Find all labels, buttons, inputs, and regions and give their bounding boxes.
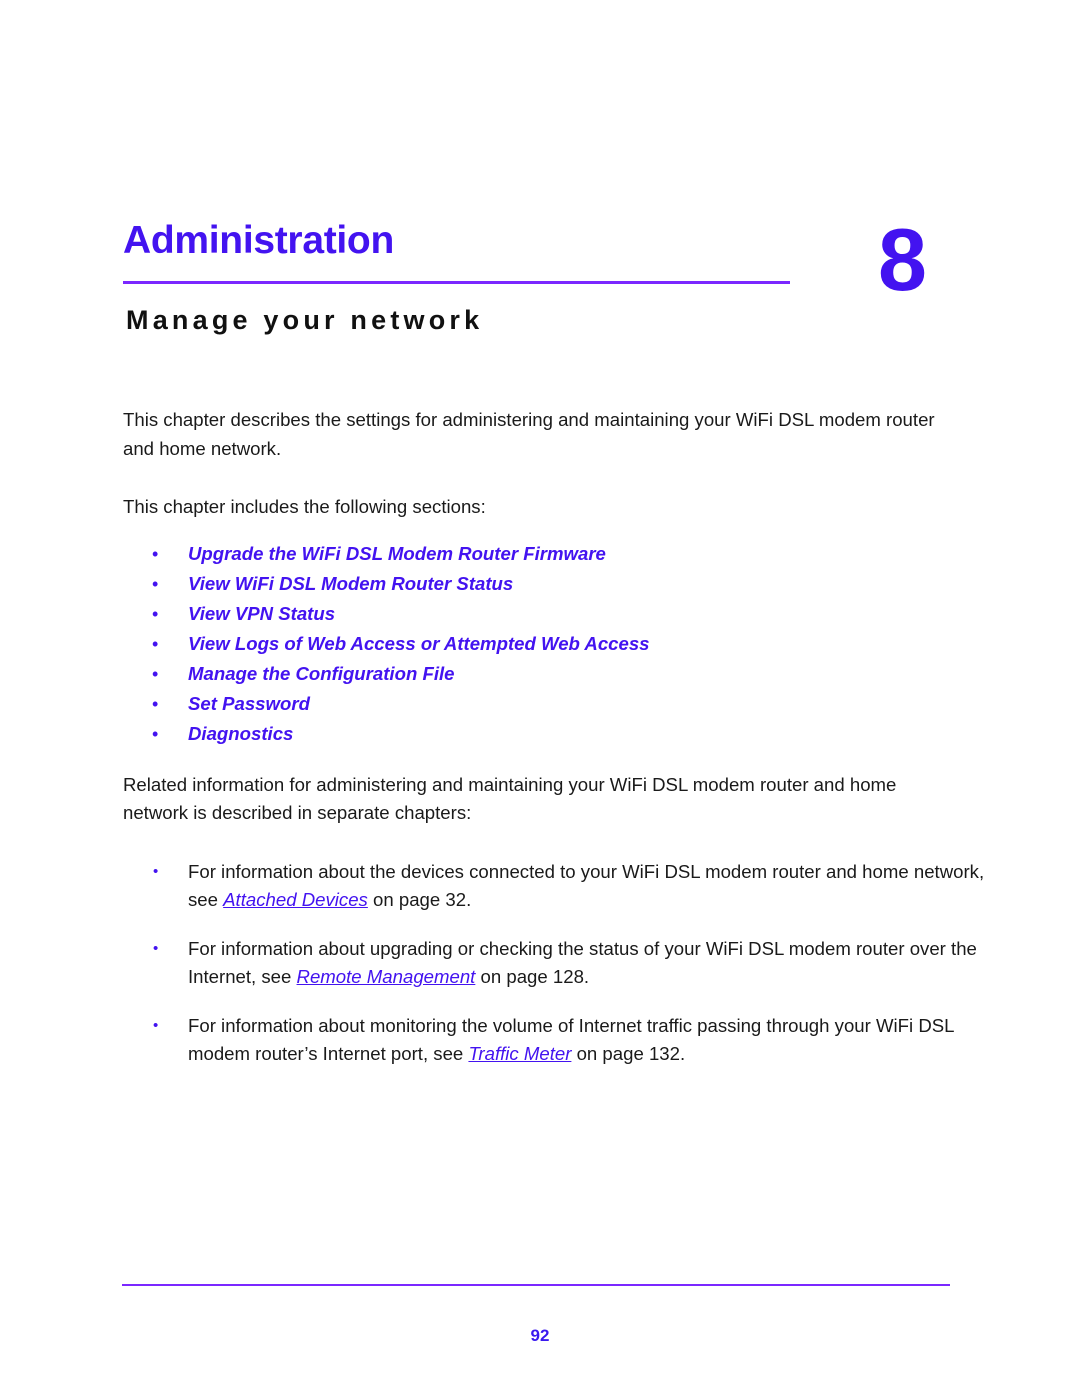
reference-text-after: on page 132.	[571, 1043, 686, 1064]
bullet-icon: •	[152, 543, 159, 564]
section-link-web-access-logs[interactable]: View Logs of Web Access or Attempted Web…	[188, 633, 650, 654]
bullet-icon: •	[152, 693, 159, 714]
page-number: 92	[530, 1326, 550, 1345]
list-item: • View WiFi DSL Modem Router Status	[123, 569, 953, 599]
bullet-icon: •	[152, 603, 159, 624]
reference-text-after: on page 32.	[367, 889, 472, 910]
section-link-firmware[interactable]: Upgrade the WiFi DSL Modem Router Firmwa…	[188, 543, 606, 564]
footer-divider	[122, 1284, 950, 1286]
bullet-icon: •	[153, 862, 159, 880]
bullet-icon: •	[152, 723, 159, 744]
list-item: • Set Password	[123, 689, 953, 719]
document-page: Administration Manage your network 8 Thi…	[0, 0, 1080, 1397]
bullet-icon: •	[152, 573, 159, 594]
chapter-header: Administration Manage your network	[123, 218, 949, 348]
section-link-router-status[interactable]: View WiFi DSL Modem Router Status	[188, 573, 513, 594]
list-item: • View Logs of Web Access or Attempted W…	[123, 629, 953, 659]
sections-lead-paragraph: This chapter includes the following sect…	[123, 496, 486, 517]
cross-reference-remote-management[interactable]: Remote Management	[297, 966, 476, 987]
bullet-icon: •	[152, 663, 159, 684]
section-link-list: • Upgrade the WiFi DSL Modem Router Firm…	[123, 539, 953, 749]
related-reference-list: • For information about the devices conn…	[123, 858, 984, 1069]
list-item: • Diagnostics	[123, 719, 953, 749]
reference-text-after: on page 128.	[475, 966, 590, 987]
chapter-number: 8	[878, 210, 927, 309]
intro-paragraph: This chapter describes the settings for …	[123, 409, 935, 459]
section-link-set-password[interactable]: Set Password	[188, 693, 310, 714]
body-content: This chapter describes the settings for …	[123, 406, 984, 1069]
list-item: • For information about the devices conn…	[123, 858, 1018, 915]
list-item: • For information about upgrading or che…	[123, 935, 1018, 992]
list-item: • For information about monitoring the v…	[123, 1012, 1018, 1069]
cross-reference-traffic-meter[interactable]: Traffic Meter	[468, 1043, 571, 1064]
related-lead-paragraph: Related information for administering an…	[123, 773, 897, 824]
page-title: Administration	[123, 219, 394, 262]
bullet-icon: •	[152, 633, 159, 654]
section-link-diagnostics[interactable]: Diagnostics	[188, 723, 293, 744]
list-item: • Manage the Configuration File	[123, 659, 953, 689]
list-item: • Upgrade the WiFi DSL Modem Router Firm…	[123, 539, 953, 569]
section-link-vpn-status[interactable]: View VPN Status	[188, 603, 335, 624]
bullet-icon: •	[153, 939, 159, 957]
chapter-subtitle: Manage your network	[126, 305, 484, 335]
list-item: • View VPN Status	[123, 599, 953, 629]
title-divider	[123, 281, 790, 284]
bullet-icon: •	[153, 1016, 159, 1034]
section-link-configuration-file[interactable]: Manage the Configuration File	[188, 663, 455, 684]
cross-reference-attached-devices[interactable]: Attached Devices	[223, 889, 368, 910]
